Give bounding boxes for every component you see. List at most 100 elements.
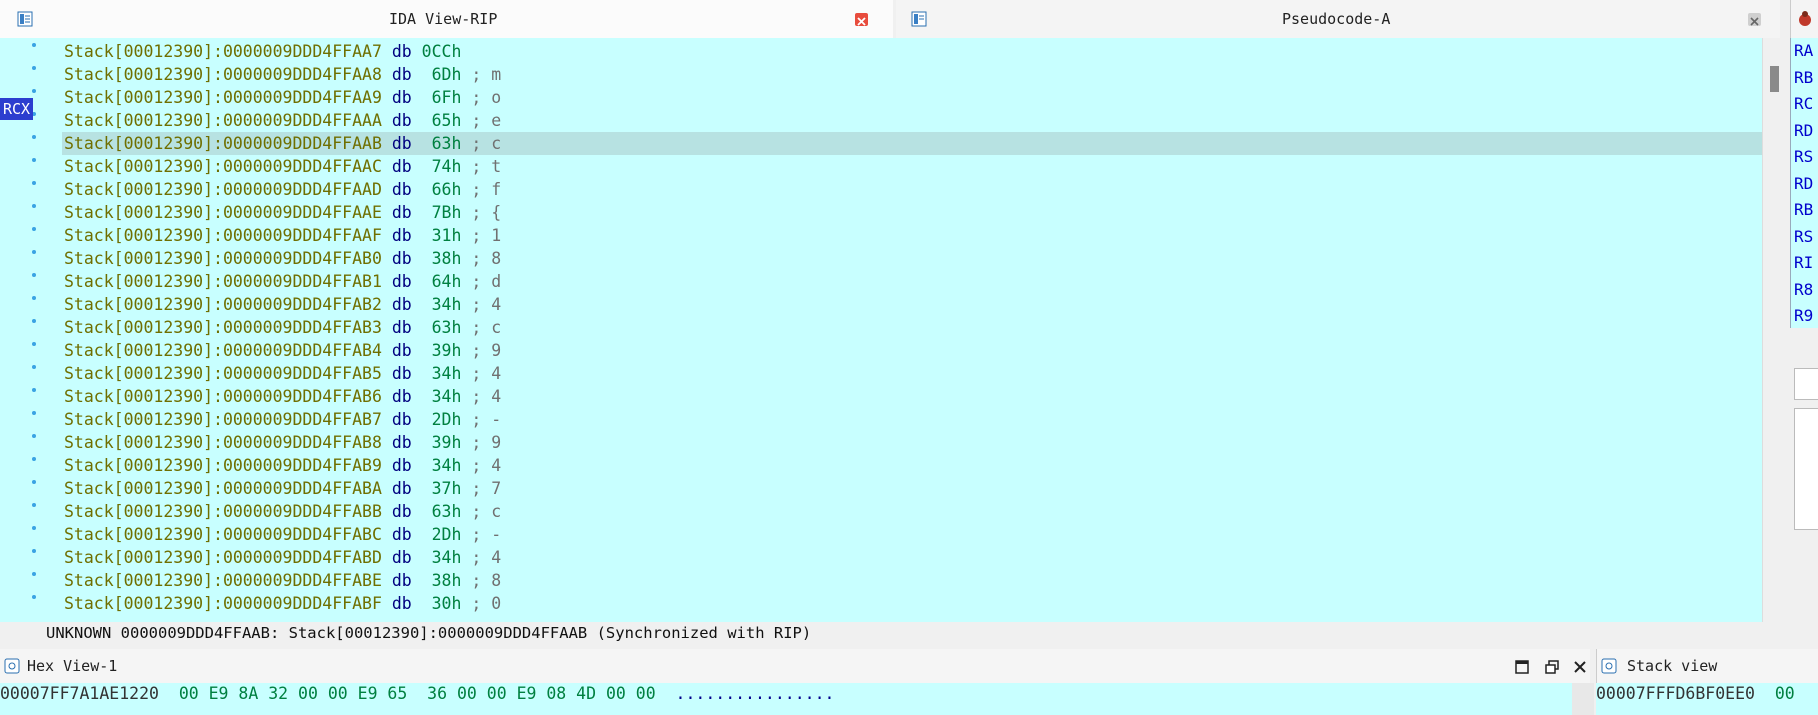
directive: db: [381, 42, 422, 61]
byte-value: 38h: [421, 571, 462, 590]
line-marker-dot: [32, 296, 36, 300]
register-name[interactable]: RA: [1791, 38, 1818, 65]
maximize-icon[interactable]: [1514, 659, 1530, 675]
listing-line[interactable]: Stack[00012390]:0000009DDD4FFABE db 38h …: [64, 569, 1764, 592]
pseudocode-tabbar: Pseudocode-A: [896, 0, 1780, 39]
listing-line[interactable]: Stack[00012390]:0000009DDD4FFAAA db 65h …: [64, 109, 1764, 132]
stack-view-tab[interactable]: Stack view: [1596, 649, 1818, 684]
directive: db: [381, 111, 422, 130]
listing-line[interactable]: Stack[00012390]:0000009DDD4FFAB0 db 38h …: [64, 247, 1764, 270]
byte-value: 39h: [421, 341, 462, 360]
hex-view-icon: [4, 658, 20, 674]
listing-line[interactable]: Stack[00012390]:0000009DDD4FFAB1 db 64h …: [64, 270, 1764, 293]
listing-line[interactable]: Stack[00012390]:0000009DDD4FFABD db 34h …: [64, 546, 1764, 569]
byte-value: 34h: [421, 548, 462, 567]
register-name[interactable]: RS: [1791, 144, 1818, 171]
listing-line[interactable]: Stack[00012390]:0000009DDD4FFAB3 db 63h …: [64, 316, 1764, 339]
directive: db: [381, 65, 422, 84]
listing-line[interactable]: Stack[00012390]:0000009DDD4FFAB7 db 2Dh …: [64, 408, 1764, 431]
hex-line[interactable]: 00007FF7A1AE1220 00 E9 8A 32 00 00 E9 65…: [0, 683, 1572, 705]
byte-value: 74h: [421, 157, 462, 176]
stack-address: 00007FFFD6BF0EE0: [1596, 684, 1755, 703]
comment: ; 0: [461, 594, 502, 613]
directive: db: [381, 226, 422, 245]
listing-line[interactable]: Stack[00012390]:0000009DDD4FFABB db 63h …: [64, 500, 1764, 523]
listing-line[interactable]: Stack[00012390]:0000009DDD4FFABF db 30h …: [64, 592, 1764, 615]
listing-line[interactable]: Stack[00012390]:0000009DDD4FFAB2 db 34h …: [64, 293, 1764, 316]
listing-line[interactable]: Stack[00012390]:0000009DDD4FFAB4 db 39h …: [64, 339, 1764, 362]
listing-line[interactable]: Stack[00012390]:0000009DDD4FFAAB db 63h …: [62, 132, 1764, 155]
register-name[interactable]: RB: [1791, 197, 1818, 224]
register-name[interactable]: RS: [1791, 224, 1818, 251]
listing-line[interactable]: Stack[00012390]:0000009DDD4FFABC db 2Dh …: [64, 523, 1764, 546]
line-marker-dot: [32, 273, 36, 277]
listing-line[interactable]: Stack[00012390]:0000009DDD4FFABA db 37h …: [64, 477, 1764, 500]
listing-line[interactable]: Stack[00012390]:0000009DDD4FFAB5 db 34h …: [64, 362, 1764, 385]
directive: db: [381, 594, 422, 613]
listing-line[interactable]: Stack[00012390]:0000009DDD4FFAB6 db 34h …: [64, 385, 1764, 408]
address-label: Stack[00012390]:0000009DDD4FFAAF: [64, 226, 382, 245]
restore-icon[interactable]: [1544, 659, 1560, 675]
listing-line[interactable]: Stack[00012390]:0000009DDD4FFAAD db 66h …: [64, 178, 1764, 201]
directive: db: [381, 433, 422, 452]
hex-address: 00007FF7A1AE1220: [0, 684, 159, 703]
listing-line[interactable]: Stack[00012390]:0000009DDD4FFAA8 db 6Dh …: [64, 63, 1764, 86]
directive: db: [381, 88, 422, 107]
directive: db: [381, 364, 422, 383]
scrollbar-thumb[interactable]: [1770, 66, 1779, 92]
ida-view-title[interactable]: IDA View-RIP: [389, 10, 497, 28]
register-name[interactable]: R8: [1791, 277, 1818, 304]
debug-icon[interactable]: [1790, 0, 1818, 38]
hex-view-tab[interactable]: Hex View-1: [0, 649, 1590, 684]
close-icon[interactable]: [1572, 659, 1588, 675]
ida-view-icon: [17, 11, 33, 27]
comment: ; e: [461, 111, 502, 130]
listing-line[interactable]: Stack[00012390]:0000009DDD4FFAAE db 7Bh …: [64, 201, 1764, 224]
register-name[interactable]: R9: [1791, 303, 1818, 328]
address-label: Stack[00012390]:0000009DDD4FFAB0: [64, 249, 382, 268]
register-name[interactable]: RB: [1791, 65, 1818, 92]
line-marker-dot: [32, 227, 36, 231]
directive: db: [381, 341, 422, 360]
directive: db: [381, 410, 422, 429]
byte-value: 39h: [421, 433, 462, 452]
byte-value: 2Dh: [421, 525, 462, 544]
disassembly-listing[interactable]: RCX Stack[00012390]:0000009DDD4FFAA7 db …: [0, 38, 1768, 622]
comment: ; 4: [461, 295, 502, 314]
stack-view-body[interactable]: 00007FFFD6BF0EE0 00: [1596, 683, 1818, 715]
address-label: Stack[00012390]:0000009DDD4FFAB5: [64, 364, 382, 383]
comment: ; -: [461, 410, 502, 429]
line-marker-dot: [32, 158, 36, 162]
byte-value: 6Dh: [421, 65, 462, 84]
hex-view-body[interactable]: 00007FF7A1AE1220 00 E9 8A 32 00 00 E9 65…: [0, 683, 1572, 715]
pseudocode-title[interactable]: Pseudocode-A: [1282, 10, 1390, 28]
comment: ; 4: [461, 364, 502, 383]
hex-ascii: ................: [655, 684, 835, 703]
address-label: Stack[00012390]:0000009DDD4FFAAA: [64, 111, 382, 130]
ida-view-tabbar: IDA View-RIP: [0, 0, 893, 39]
address-label: Stack[00012390]:0000009DDD4FFABB: [64, 502, 382, 521]
address-label: Stack[00012390]:0000009DDD4FFAAC: [64, 157, 382, 176]
directive: db: [381, 548, 422, 567]
hex-view-scrollbar[interactable]: [1572, 683, 1594, 715]
listing-line[interactable]: Stack[00012390]:0000009DDD4FFAA9 db 6Fh …: [64, 86, 1764, 109]
register-name[interactable]: RC: [1791, 91, 1818, 118]
stack-line[interactable]: 00007FFFD6BF0EE0 00: [1596, 683, 1818, 705]
comment: ; {: [461, 203, 502, 222]
register-name[interactable]: RD: [1791, 171, 1818, 198]
listing-line[interactable]: Stack[00012390]:0000009DDD4FFAA7 db 0CCh: [64, 40, 1764, 63]
line-marker-dot: [32, 66, 36, 70]
listing-line[interactable]: Stack[00012390]:0000009DDD4FFAAF db 31h …: [64, 224, 1764, 247]
listing-line[interactable]: Stack[00012390]:0000009DDD4FFAB9 db 34h …: [64, 454, 1764, 477]
close-icon[interactable]: [855, 13, 868, 26]
register-name[interactable]: RD: [1791, 118, 1818, 145]
register-name[interactable]: RI: [1791, 250, 1818, 277]
line-marker-dot: [32, 342, 36, 346]
byte-value: 63h: [421, 134, 462, 153]
vertical-scrollbar[interactable]: [1762, 38, 1785, 622]
address-label: Stack[00012390]:0000009DDD4FFABE: [64, 571, 382, 590]
listing-line[interactable]: Stack[00012390]:0000009DDD4FFAB8 db 39h …: [64, 431, 1764, 454]
close-icon[interactable]: [1748, 13, 1761, 26]
listing-line[interactable]: Stack[00012390]:0000009DDD4FFAAC db 74h …: [64, 155, 1764, 178]
line-marker-dot: [32, 434, 36, 438]
